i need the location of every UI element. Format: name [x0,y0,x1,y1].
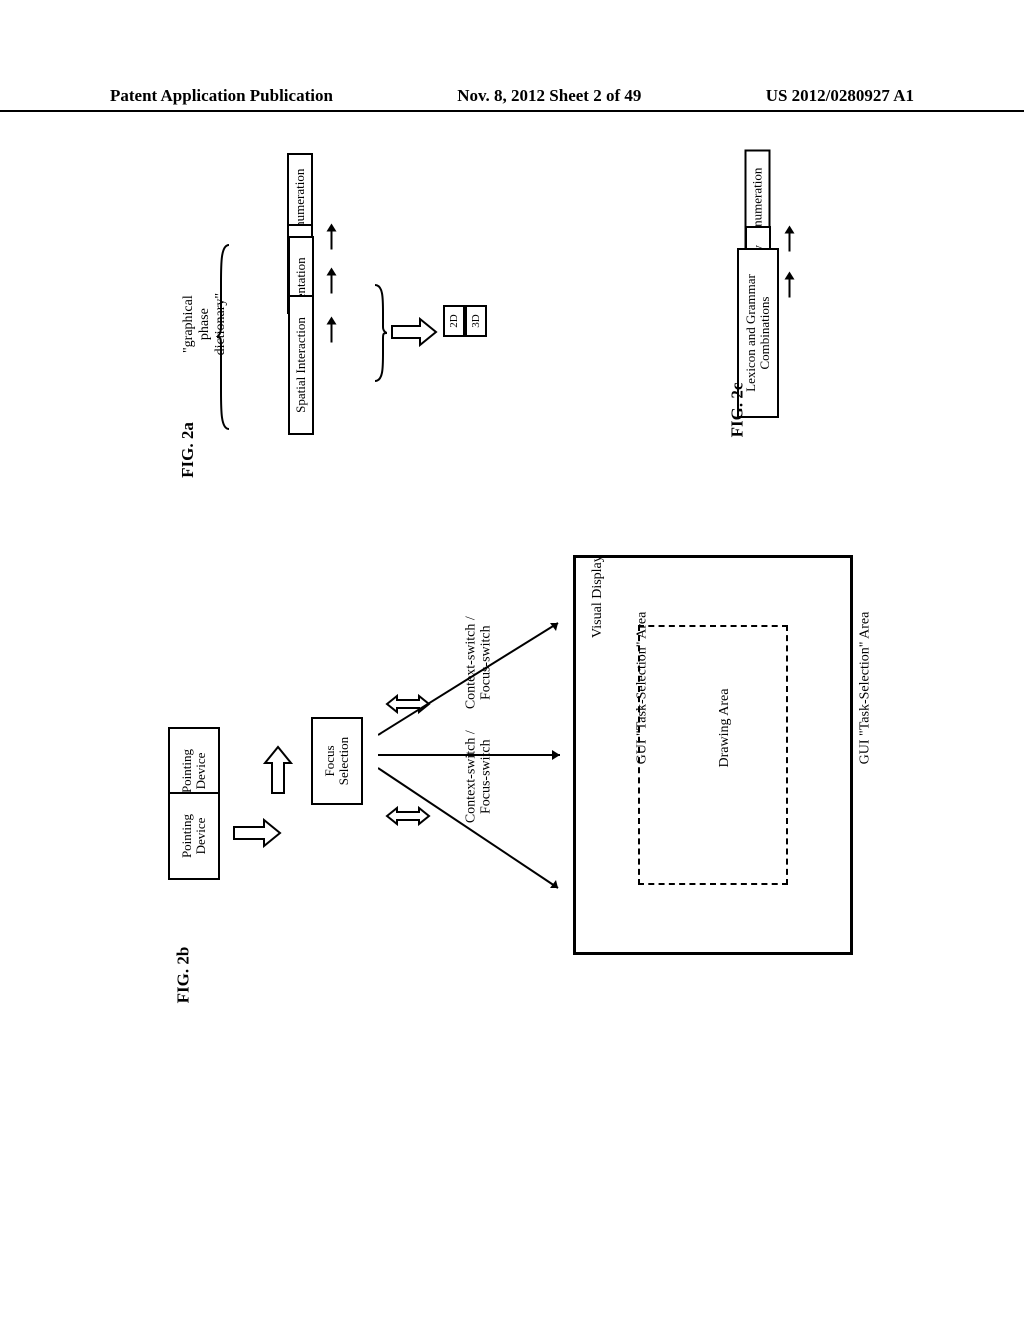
fig2b-drawing-area-label: Drawing Area [717,673,733,783]
fig2c-caption: FIG. 2c [727,383,747,438]
fig2b-pointing-device-2: Pointing Device [168,792,220,880]
arrow-icon [783,226,802,252]
block-arrow-right-icon [263,745,293,795]
page-header: Patent Application Publication Nov. 8, 2… [0,86,1024,112]
thin-arrow-icon [378,760,568,905]
fig2a-3d: 3D [465,305,487,337]
header-right: US 2012/0280927 A1 [766,86,914,106]
arrow-icon [325,224,344,250]
arrow-icon [325,317,344,343]
fig2b-gui-bot: GUI "Task-Selection" Area [858,601,874,776]
fig2a-2d: 2D [443,305,465,337]
thin-arrow-icon [378,615,568,750]
header-left: Patent Application Publication [110,86,333,106]
fig2a-caption: FIG. 2a [178,422,198,478]
block-arrow-right-icon [390,317,438,347]
arrow-icon [783,272,802,298]
block-arrow-right-icon [232,818,282,848]
fig2b-drawing-area-frame [638,625,788,885]
right-brace-icon [373,283,387,383]
fig2b-focus-selection: Focus Selection [311,717,363,805]
brace-icon [285,216,312,336]
fig2b-gui-top: GUI "Task-Selection" Area [635,601,651,776]
arrow-icon [325,268,344,294]
fig2b-caption: FIG. 2b [173,947,193,1004]
header-mid: Nov. 8, 2012 Sheet 2 of 49 [457,86,641,106]
fig2a-side-label: "graphical phase dictionary" [181,274,229,374]
